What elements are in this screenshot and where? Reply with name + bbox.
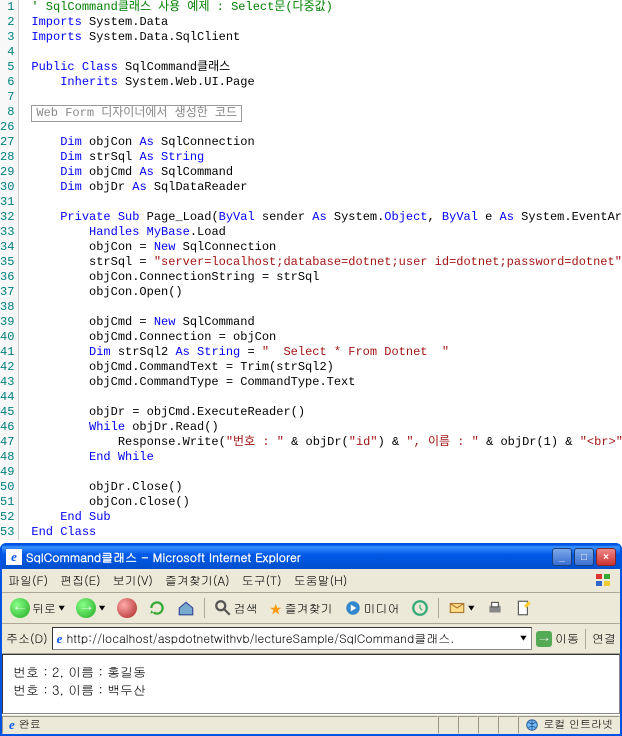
favorites-button[interactable]: ★즐겨찾기 [265,596,337,620]
mail-button[interactable]: ▼ [444,597,479,619]
print-button[interactable] [482,597,508,619]
url-dropdown-icon[interactable]: ▼ [520,633,527,644]
page-content[interactable]: 번호 : 2, 이름 : 홍길동번호 : 3, 이름 : 백두산 [2,654,620,714]
stop-button[interactable] [113,596,141,620]
menu-edit[interactable]: 편집(E) [60,572,101,589]
url-text: http://localhost/aspdotnetwithvb/lecture… [66,630,454,647]
browser-window: e SqlCommand클래스 - Microsoft Internet Exp… [0,543,622,736]
go-button[interactable]: →이동 [536,630,579,647]
status-page-icon: e [9,717,15,733]
titlebar[interactable]: e SqlCommand클래스 - Microsoft Internet Exp… [2,545,620,569]
ie-app-icon: e [6,549,22,565]
menu-view[interactable]: 보기(V) [113,572,153,589]
links-label[interactable]: 연결 [592,630,616,647]
toolbar: ←뒤로▼ →▼ 검색 ★즐겨찾기 미디어 ▼ [2,593,620,624]
search-button[interactable]: 검색 [210,597,262,619]
back-button[interactable]: ←뒤로▼ [6,596,69,620]
statusbar: e 완료 로컬 인트라넷 [2,714,620,734]
edit-button[interactable] [511,597,537,619]
maximize-button[interactable]: □ [574,548,594,566]
code-area[interactable]: ' SqlCommand클래스 사용 예제 : Select문(다중값)Impo… [19,0,622,540]
home-button[interactable] [173,597,199,619]
media-button[interactable]: 미디어 [340,597,404,619]
output-line: 번호 : 2, 이름 : 홍길동 [13,663,609,681]
status-message: e 완료 [2,716,438,734]
refresh-button[interactable] [144,597,170,619]
collapsed-region[interactable]: Web Form 디자이너에서 생성한 코드 [31,105,242,122]
menu-tools[interactable]: 도구(T) [242,572,282,589]
security-zone: 로컬 인트라넷 [518,716,620,734]
code-editor: 1234567826272829303132333435363738394041… [0,0,622,540]
forward-button[interactable]: →▼ [72,596,109,620]
intranet-icon [525,718,539,732]
menu-file[interactable]: 파일(F) [8,572,48,589]
menu-favorites[interactable]: 즐겨찾기(A) [165,572,230,589]
url-input[interactable]: e http://localhost/aspdotnetwithvb/lectu… [52,627,532,650]
menubar: 파일(F) 편집(E) 보기(V) 즐겨찾기(A) 도구(T) 도움말(H) [2,569,620,593]
minimize-button[interactable]: _ [552,548,572,566]
window-title: SqlCommand클래스 - Microsoft Internet Explo… [26,549,301,566]
windows-logo-icon [594,572,614,588]
page-icon: e [57,631,63,647]
close-button[interactable]: × [596,548,616,566]
line-number-gutter: 1234567826272829303132333435363738394041… [0,0,19,540]
menu-help[interactable]: 도움말(H) [294,572,348,589]
history-button[interactable] [407,597,433,619]
address-label: 주소(D) [6,630,48,647]
addressbar: 주소(D) e http://localhost/aspdotnetwithvb… [2,624,620,654]
output-line: 번호 : 3, 이름 : 백두산 [13,681,609,699]
